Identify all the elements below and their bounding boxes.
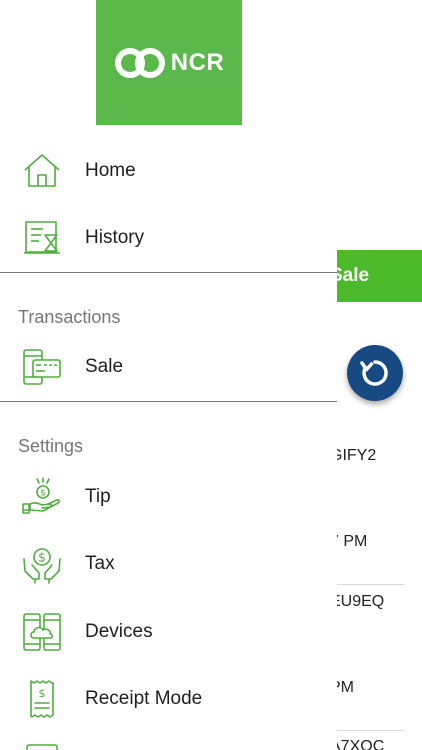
tip-hand-icon: $ bbox=[20, 475, 64, 519]
transaction-id: EU9EQ bbox=[330, 593, 385, 610]
nav-item-sale[interactable]: Sale bbox=[0, 338, 337, 396]
nav-item-receipt-mode[interactable]: $ Receipt Mode bbox=[0, 670, 337, 728]
nav-item-devices[interactable]: Devices bbox=[0, 603, 337, 661]
home-icon bbox=[20, 149, 64, 193]
section-divider bbox=[0, 401, 337, 402]
sale-header-bar[interactable]: Sale bbox=[322, 250, 422, 302]
nav-item-label: Home bbox=[85, 160, 136, 181]
history-icon bbox=[20, 216, 64, 260]
nav-item-label: Devices bbox=[85, 621, 153, 642]
devices-cloud-icon bbox=[20, 610, 64, 654]
svg-text:$: $ bbox=[40, 489, 46, 499]
nav-item-home[interactable]: Home bbox=[0, 142, 337, 200]
nav-item-label: History bbox=[85, 227, 145, 248]
svg-text:$: $ bbox=[38, 551, 46, 565]
refresh-button[interactable] bbox=[347, 345, 403, 401]
refresh-icon bbox=[360, 360, 388, 386]
nav-item-history[interactable]: History bbox=[0, 209, 337, 267]
nav-item-label: Receipt Mode bbox=[85, 688, 203, 709]
card-terminal-icon bbox=[20, 345, 64, 389]
nav-item-tax[interactable]: $ Tax bbox=[0, 535, 337, 593]
transaction-time: PM bbox=[330, 679, 354, 696]
nav-item-tip[interactable]: $ Tip bbox=[0, 468, 337, 526]
ncr-logo-text: NCR bbox=[170, 48, 225, 76]
tax-hands-icon: $ bbox=[20, 542, 64, 586]
svg-text:$: $ bbox=[39, 687, 46, 700]
transaction-id: A7XOC bbox=[330, 738, 385, 750]
nav-item-label: Tip bbox=[85, 486, 111, 507]
next-item-icon bbox=[20, 742, 64, 750]
nav-item-label: Tax bbox=[85, 553, 115, 574]
nav-item-label: Sale bbox=[85, 356, 124, 377]
receipt-icon: $ bbox=[20, 677, 64, 721]
navigation-drawer: NCR Home History Transactions Sale Setti… bbox=[0, 0, 337, 750]
section-header-settings: Settings bbox=[18, 436, 84, 456]
ncr-logo-mark-icon bbox=[114, 47, 165, 78]
section-divider bbox=[0, 272, 337, 273]
transaction-id: GIFY2 bbox=[330, 447, 377, 464]
ncr-logo: NCR bbox=[96, 0, 242, 125]
transaction-time: 7 PM bbox=[330, 533, 368, 550]
section-header-transactions: Transactions bbox=[18, 307, 121, 327]
